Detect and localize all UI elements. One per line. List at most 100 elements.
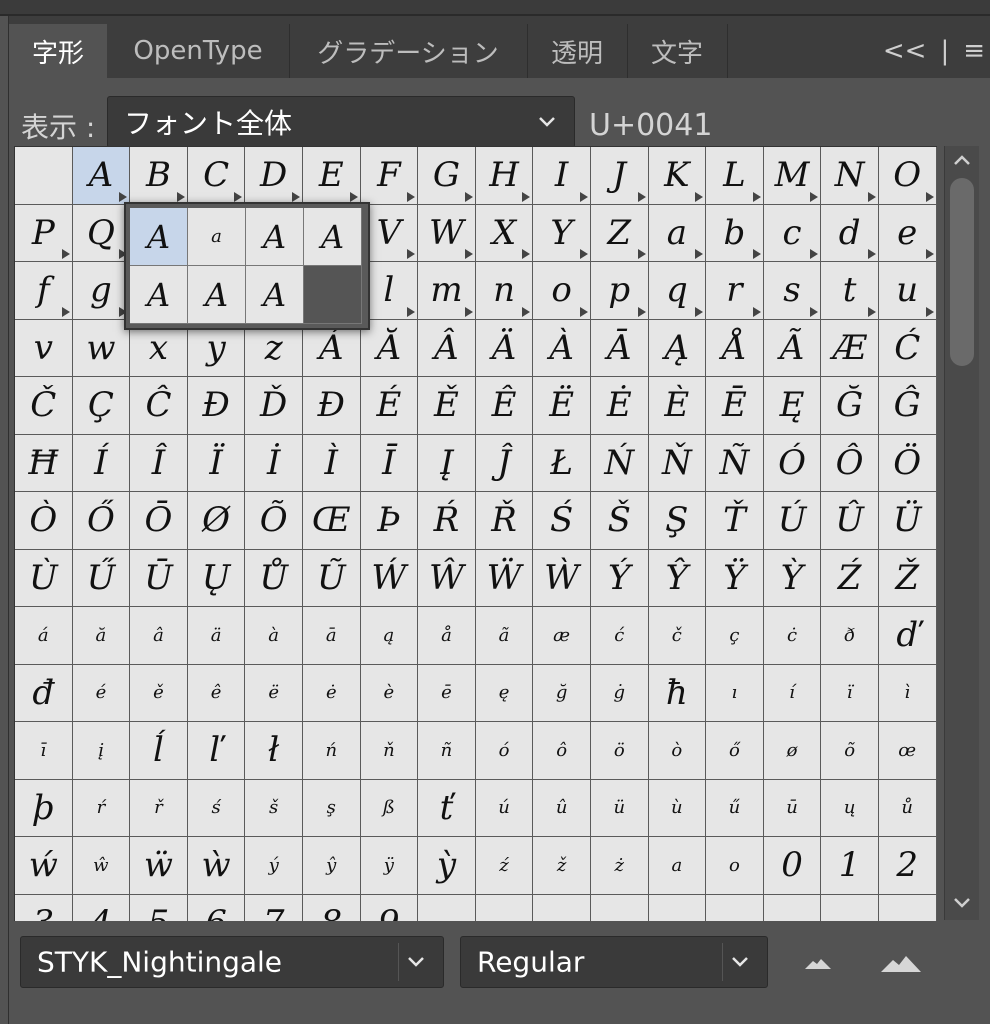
glyph-cell[interactable]: ğ <box>533 664 591 722</box>
alternate-glyph[interactable]: A <box>246 208 304 266</box>
glyph-cell[interactable]: Ė <box>590 377 649 435</box>
glyph-cell[interactable]: ş <box>302 779 361 837</box>
glyph-cell[interactable]: ź <box>475 837 534 895</box>
glyph-cell[interactable]: Č <box>15 377 73 435</box>
glyph-cell[interactable]: Ł <box>533 434 591 492</box>
glyph-cell[interactable]: ẅ <box>130 837 188 895</box>
glyph-cell[interactable]: P <box>15 204 73 262</box>
glyph-cell[interactable]: ī <box>15 722 73 780</box>
glyph-cell[interactable]: Ẁ <box>533 549 591 607</box>
glyph-cell[interactable]: ľ <box>187 722 246 780</box>
glyph-cell[interactable]: Ĉ <box>130 377 188 435</box>
glyph-cell[interactable]: ß <box>360 779 419 837</box>
glyph-cell[interactable]: ē <box>418 664 476 722</box>
glyph-cell[interactable]: g <box>72 262 131 320</box>
glyph-cell[interactable]: b <box>706 204 764 262</box>
glyph-cell[interactable]: Ẃ <box>360 549 419 607</box>
glyph-cell[interactable]: ÿ <box>360 837 419 895</box>
glyph-cell[interactable]: é <box>72 664 131 722</box>
glyph-cell[interactable]: O <box>878 147 937 205</box>
glyph-cell[interactable]: í <box>763 664 822 722</box>
alternate-glyph[interactable]: a <box>188 208 246 266</box>
scroll-down-icon[interactable] <box>949 890 975 916</box>
glyph-cell[interactable] <box>591 894 649 921</box>
glyph-cell[interactable]: c <box>763 204 822 262</box>
glyph-cell[interactable] <box>879 894 937 921</box>
glyph-cell[interactable]: K <box>648 147 707 205</box>
glyph-cell[interactable]: â <box>130 607 188 665</box>
glyph-cell[interactable]: š <box>245 779 303 837</box>
glyph-cell[interactable] <box>476 894 534 921</box>
glyph-cell[interactable]: ỳ <box>418 837 476 895</box>
glyph-cell[interactable]: Ä <box>475 319 534 377</box>
glyph-cell[interactable]: 9 <box>361 894 419 921</box>
glyph-cell[interactable]: m <box>418 262 476 320</box>
glyph-cell[interactable]: á <box>15 607 73 665</box>
glyph-cell[interactable]: Ÿ <box>706 549 764 607</box>
glyph-cell[interactable]: æ <box>533 607 591 665</box>
glyph-cell[interactable]: è <box>360 664 419 722</box>
glyph-cell[interactable]: Ï <box>187 434 246 492</box>
glyph-cell[interactable]: Ỳ <box>763 549 822 607</box>
glyph-cell[interactable]: ô <box>533 722 591 780</box>
glyph-cell[interactable]: č <box>648 607 707 665</box>
glyph-cell[interactable]: Š <box>590 492 649 550</box>
glyph-cell[interactable]: Ó <box>763 434 822 492</box>
glyph-cell[interactable]: ŷ <box>302 837 361 895</box>
tab-character[interactable]: 文字 <box>627 24 728 78</box>
glyph-cell[interactable]: ı <box>706 664 764 722</box>
glyph-cell[interactable]: Ń <box>590 434 649 492</box>
glyph-cell[interactable]: 5 <box>130 894 188 921</box>
glyph-cell[interactable]: į <box>72 722 131 780</box>
glyph-cell[interactable]: Y <box>533 204 591 262</box>
glyph-cell[interactable]: ẃ <box>15 837 73 895</box>
glyph-cell[interactable]: õ <box>821 722 879 780</box>
glyph-cell[interactable]: Z <box>590 204 649 262</box>
glyph-cell[interactable]: u <box>878 262 937 320</box>
glyph-cell[interactable]: Ő <box>72 492 131 550</box>
panel-menu-icon[interactable]: ≡ <box>963 36 985 66</box>
glyph-cell[interactable]: ñ <box>418 722 476 780</box>
glyph-cell[interactable] <box>821 894 879 921</box>
glyph-cell[interactable]: A <box>72 147 131 205</box>
font-style-select[interactable]: Regular <box>460 936 768 988</box>
glyph-cell[interactable]: d <box>821 204 879 262</box>
glyph-cell[interactable]: Œ <box>302 492 361 550</box>
glyph-cell[interactable]: Ź <box>821 549 879 607</box>
glyph-cell[interactable]: s <box>763 262 822 320</box>
glyph-cell[interactable]: o <box>533 262 591 320</box>
glyph-cell[interactable]: Ĝ <box>878 377 937 435</box>
glyph-cell[interactable]: ú <box>475 779 534 837</box>
glyph-cell[interactable]: ć <box>590 607 649 665</box>
glyph-cell[interactable]: Û <box>821 492 879 550</box>
collapse-icon[interactable]: << <box>883 36 927 66</box>
glyph-cell[interactable]: Ú <box>763 492 822 550</box>
glyph-cell[interactable]: å <box>418 607 476 665</box>
glyph-cell[interactable]: ă <box>72 607 131 665</box>
glyph-cell[interactable]: ő <box>706 722 764 780</box>
glyph-cell[interactable]: Ą <box>648 319 707 377</box>
glyph-cell[interactable]: Ĵ <box>475 434 534 492</box>
glyph-cell[interactable]: Ŵ <box>418 549 476 607</box>
glyph-cell[interactable]: e <box>878 204 937 262</box>
glyph-cell[interactable]: 2 <box>878 837 937 895</box>
glyph-cell[interactable]: f <box>15 262 73 320</box>
glyph-cell[interactable]: ś <box>187 779 246 837</box>
glyph-cell[interactable]: Ş <box>648 492 707 550</box>
glyph-cell[interactable]: Ô <box>821 434 879 492</box>
glyph-cell[interactable]: Ù <box>15 549 73 607</box>
glyph-cell[interactable]: Ů <box>245 549 303 607</box>
glyph-cell[interactable]: ń <box>302 722 361 780</box>
glyph-cell[interactable]: F <box>360 147 419 205</box>
glyph-cell[interactable]: ď <box>878 607 937 665</box>
glyph-cell[interactable]: ì <box>878 664 937 722</box>
glyph-cell[interactable]: œ <box>878 722 937 780</box>
glyph-cell[interactable]: X <box>475 204 534 262</box>
glyph-cell[interactable] <box>649 894 707 921</box>
glyph-cell[interactable]: ù <box>648 779 707 837</box>
show-select[interactable]: フォント全体 <box>107 96 575 148</box>
zoom-in-button[interactable] <box>876 948 926 978</box>
alternate-glyph[interactable]: A <box>188 266 246 324</box>
glyph-cell[interactable]: t <box>821 262 879 320</box>
glyph-cell[interactable]: ň <box>360 722 419 780</box>
